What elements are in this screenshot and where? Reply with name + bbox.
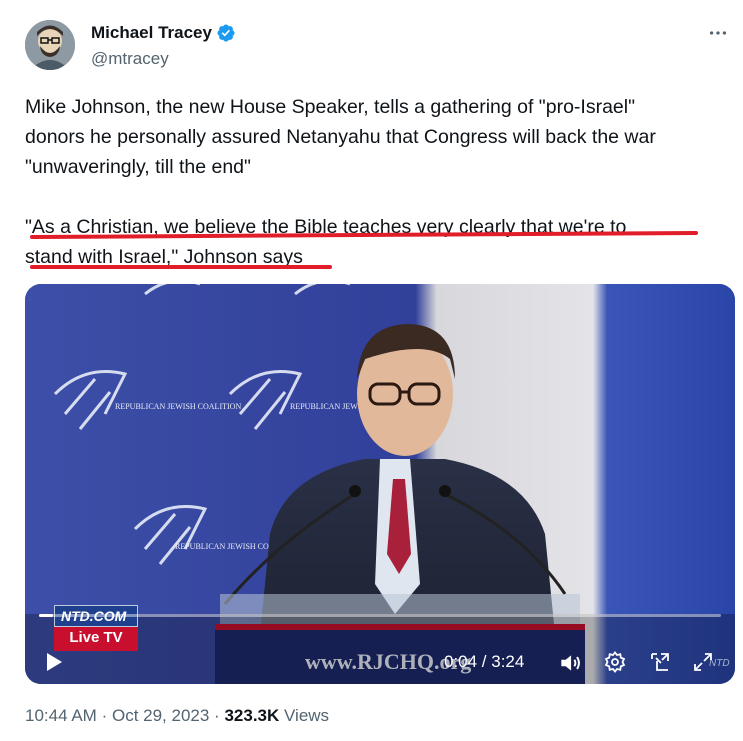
tweet-quote-paragraph: "As a Christian, we believe the Bible te… bbox=[25, 216, 627, 268]
handle[interactable]: @mtracey bbox=[91, 49, 169, 69]
play-icon[interactable] bbox=[41, 650, 67, 676]
red-underline bbox=[30, 265, 332, 269]
name-row: Michael Tracey bbox=[91, 23, 236, 43]
tweet-paragraph: Mike Johnson, the new House Speaker, tel… bbox=[25, 96, 656, 178]
tweet-time[interactable]: 10:44 AM bbox=[25, 706, 97, 725]
tweet-text: Mike Johnson, the new House Speaker, tel… bbox=[25, 92, 737, 272]
volume-icon[interactable] bbox=[557, 650, 583, 676]
views-label: Views bbox=[284, 706, 330, 725]
verified-badge-icon bbox=[216, 23, 236, 43]
picture-in-picture-icon[interactable] bbox=[648, 650, 674, 676]
tweet-header: Michael Tracey @mtracey bbox=[25, 20, 731, 72]
more-horizontal-icon[interactable] bbox=[705, 22, 731, 44]
views-count: 323.3K bbox=[224, 706, 280, 725]
fullscreen-icon[interactable] bbox=[691, 650, 717, 676]
settings-icon[interactable] bbox=[603, 650, 629, 676]
video-controls: 0:04 / 3:24 bbox=[25, 622, 735, 684]
meta-separator: · bbox=[101, 706, 108, 725]
progress-fill bbox=[39, 614, 53, 617]
video-player[interactable]: REPUBLICAN JEWISH COALITION REPUBLICAN J… bbox=[25, 284, 735, 684]
backdrop-logo-text: REPUBLICAN JEWISH COALITION bbox=[115, 402, 241, 411]
avatar-illustration bbox=[25, 20, 75, 70]
progress-bar[interactable] bbox=[39, 614, 721, 617]
meta-separator: · bbox=[214, 706, 220, 725]
avatar[interactable] bbox=[25, 20, 75, 70]
display-name[interactable]: Michael Tracey bbox=[91, 23, 212, 43]
tweet-date[interactable]: Oct 29, 2023 bbox=[112, 706, 209, 725]
tweet-meta: 10:44 AM · Oct 29, 2023 · 323.3K Views bbox=[25, 706, 329, 726]
video-time: 0:04 / 3:24 bbox=[444, 652, 525, 671]
